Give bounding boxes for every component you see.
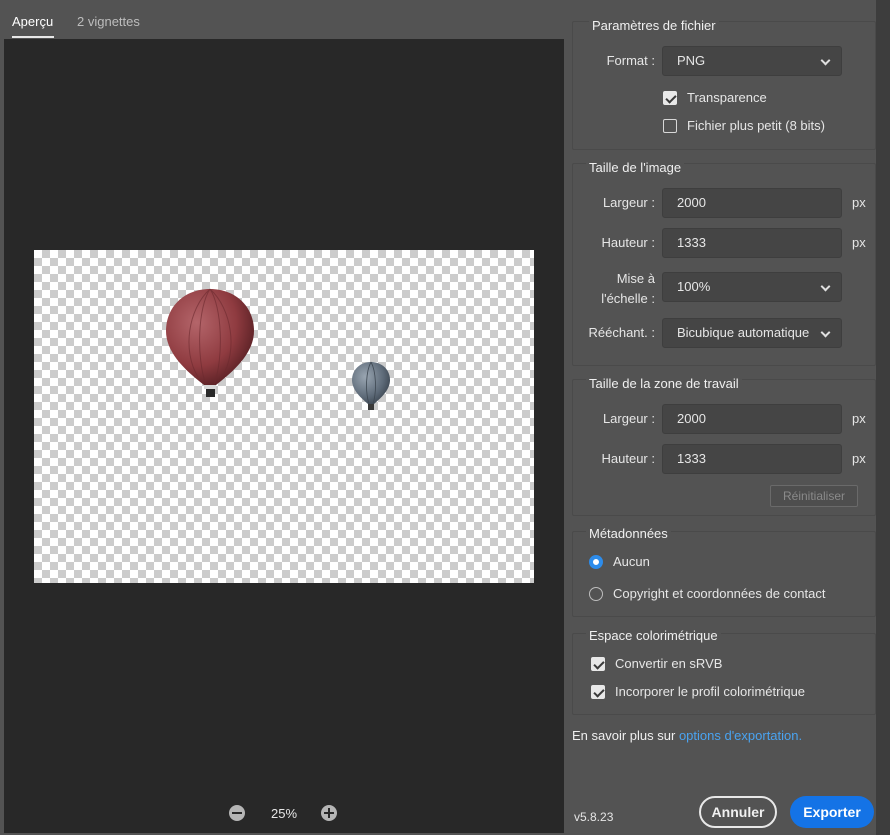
embed-profile-checkbox[interactable] xyxy=(591,685,605,699)
cancel-button[interactable]: Annuler xyxy=(699,796,777,828)
background-window-edge xyxy=(876,0,890,835)
red-balloon xyxy=(166,288,254,397)
resample-value: Bicubique automatique xyxy=(677,325,810,340)
preview-pane: Aperçu 2 vignettes 25% xyxy=(0,0,565,835)
convert-srgb-label: Convertir en sRVB xyxy=(615,656,723,671)
image-width-unit: px xyxy=(852,195,866,210)
smaller-file-checkbox[interactable] xyxy=(663,119,677,133)
export-button[interactable]: Exporter xyxy=(790,796,874,828)
canvas-width-label: Largeur : xyxy=(602,411,655,426)
image-size-title: Taille de l'image xyxy=(586,160,685,175)
active-tab-indicator xyxy=(12,36,54,38)
version-label: v5.8.23 xyxy=(574,810,614,824)
canvas-height-label: Hauteur : xyxy=(601,451,655,466)
metadata-title: Métadonnées xyxy=(586,526,671,541)
learn-more-text: En savoir plus sur options d'exportation… xyxy=(572,728,802,743)
preview-canvas[interactable] xyxy=(4,39,564,833)
zoom-level: 25% xyxy=(270,806,298,821)
zoom-in-icon[interactable] xyxy=(321,805,337,821)
format-select[interactable]: PNG xyxy=(662,46,842,76)
scale-select[interactable]: 100% xyxy=(662,272,842,302)
resample-label: Rééchant. : xyxy=(588,325,656,340)
settings-panel: Paramètres de fichier Format : PNG Trans… xyxy=(565,0,890,835)
transparency-label: Transparence xyxy=(687,90,767,105)
gray-balloon xyxy=(352,361,390,410)
canvas-width-input[interactable]: 2000 xyxy=(662,404,842,434)
learn-more-prefix: En savoir plus sur xyxy=(572,728,679,743)
metadata-copyright-radio[interactable] xyxy=(589,587,603,601)
metadata-none-radio[interactable] xyxy=(589,555,603,569)
image-height-value: 1333 xyxy=(677,235,706,250)
image-width-label: Largeur : xyxy=(602,195,655,210)
convert-srgb-checkbox[interactable] xyxy=(591,657,605,671)
scale-label-line1: Mise à xyxy=(616,271,655,286)
color-space-title: Espace colorimétrique xyxy=(586,628,721,643)
canvas-height-value: 1333 xyxy=(677,451,706,466)
embed-profile-label: Incorporer le profil colorimétrique xyxy=(615,684,806,699)
zoom-out-icon[interactable] xyxy=(229,805,245,821)
scale-value: 100% xyxy=(677,279,711,294)
scale-label-line2: l'échelle : xyxy=(601,291,655,306)
reset-button[interactable]: Réinitialiser xyxy=(770,485,858,507)
format-value: PNG xyxy=(677,53,706,68)
canvas-size-title: Taille de la zone de travail xyxy=(586,376,742,391)
zoom-controls: 25% xyxy=(0,800,565,826)
preview-tabs: Aperçu 2 vignettes xyxy=(0,0,565,40)
metadata-none-label: Aucun xyxy=(613,554,650,569)
export-options-link[interactable]: options d'exportation. xyxy=(679,728,802,743)
image-height-label: Hauteur : xyxy=(601,235,655,250)
tab-apercu[interactable]: Aperçu xyxy=(12,14,53,29)
canvas-width-value: 2000 xyxy=(677,411,706,426)
canvas-height-input[interactable]: 1333 xyxy=(662,444,842,474)
image-height-unit: px xyxy=(852,235,866,250)
file-settings-title: Paramètres de fichier xyxy=(589,18,719,33)
metadata-section xyxy=(572,531,876,617)
smaller-file-label: Fichier plus petit (8 bits) xyxy=(687,118,825,133)
canvas-width-unit: px xyxy=(852,411,866,426)
resample-select[interactable]: Bicubique automatique xyxy=(662,318,842,348)
preview-image xyxy=(34,250,534,583)
chevron-down-icon xyxy=(820,55,831,66)
chevron-down-icon xyxy=(820,281,831,292)
image-width-input[interactable]: 2000 xyxy=(662,188,842,218)
image-height-input[interactable]: 1333 xyxy=(662,228,842,258)
tab-vignettes[interactable]: 2 vignettes xyxy=(77,14,140,29)
metadata-copyright-label: Copyright et coordonnées de contact xyxy=(613,586,826,601)
transparency-checkbox[interactable] xyxy=(663,91,677,105)
color-space-section xyxy=(572,633,876,715)
chevron-down-icon xyxy=(820,327,831,338)
image-width-value: 2000 xyxy=(677,195,706,210)
format-label: Format : xyxy=(606,53,655,68)
canvas-height-unit: px xyxy=(852,451,866,466)
